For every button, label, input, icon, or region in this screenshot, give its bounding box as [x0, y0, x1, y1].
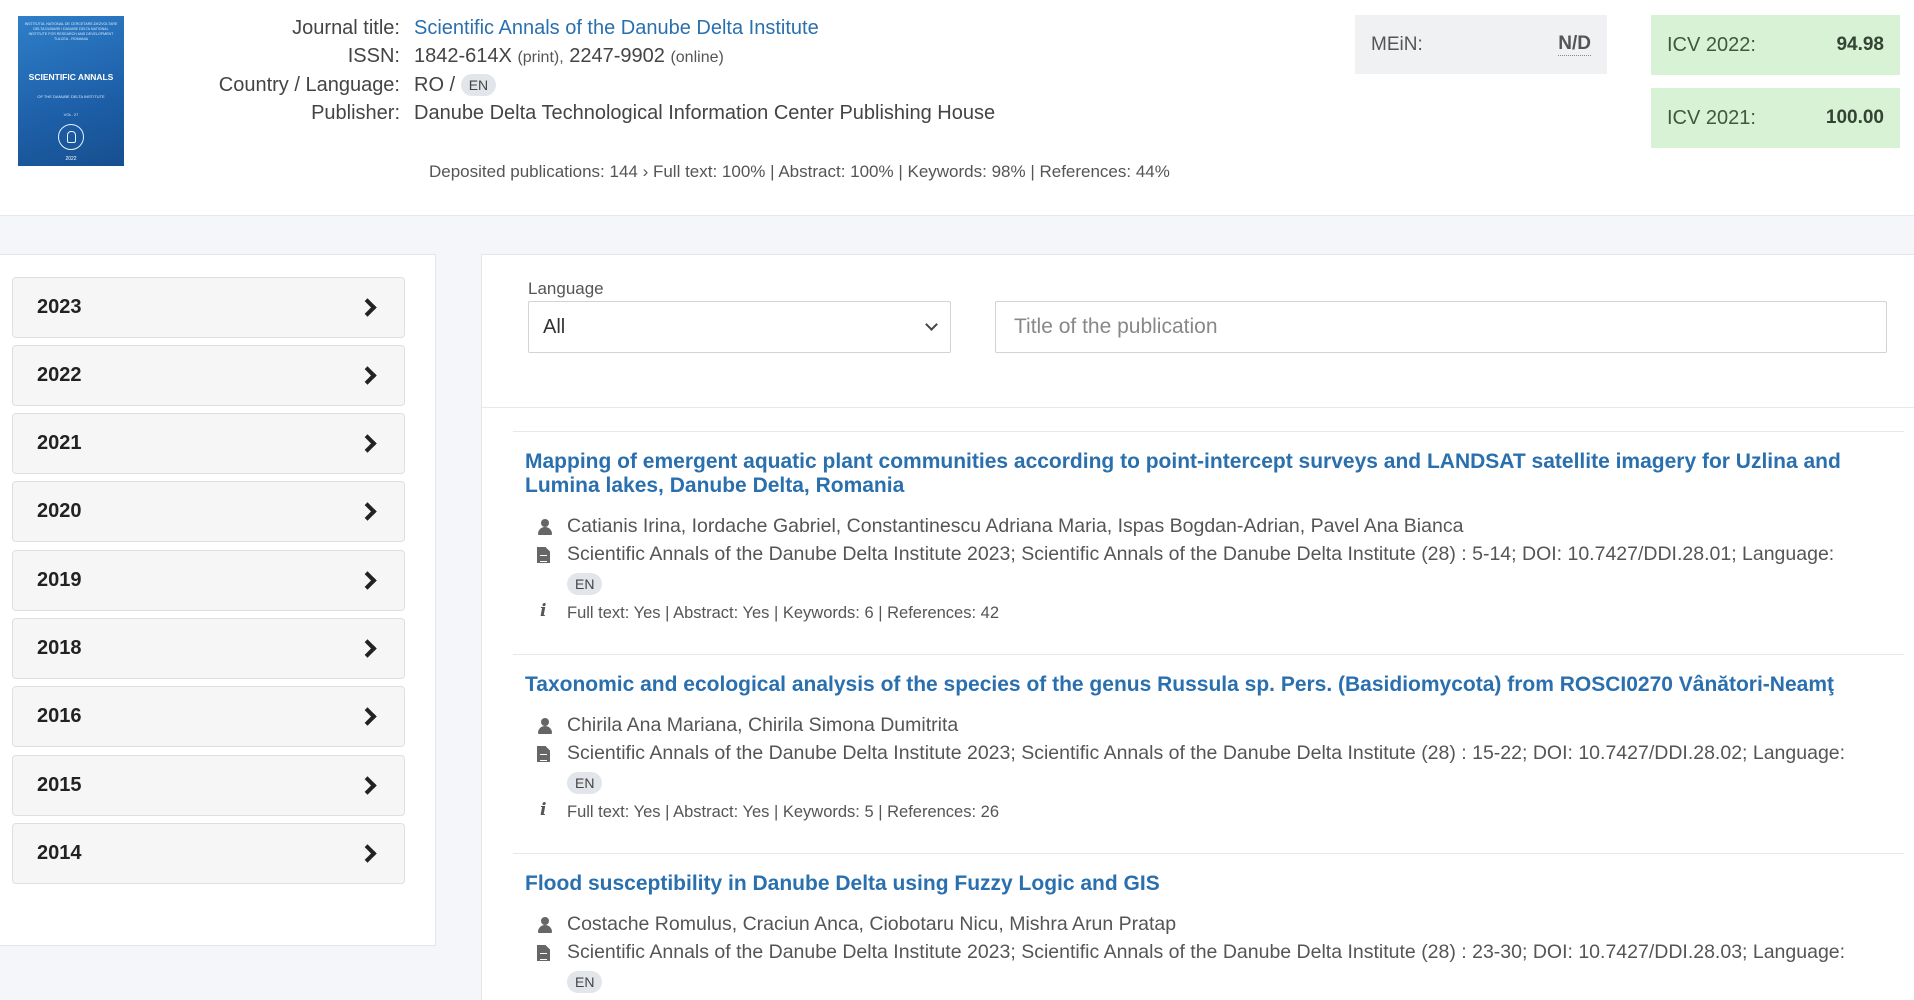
chevron-right-icon	[358, 434, 377, 453]
file-icon	[537, 945, 550, 961]
journal-cover-image[interactable]: INSTITUTUL NATIONAL DE CERCETARE-DEZVOLT…	[18, 16, 124, 166]
mein-value[interactable]: N/D	[1558, 33, 1591, 56]
cover-seal-icon	[58, 124, 84, 150]
year-item-2014[interactable]: 2014	[12, 823, 405, 884]
publication-title-link[interactable]: Flood susceptibility in Danube Delta usi…	[525, 872, 1904, 896]
file-icon	[537, 746, 550, 762]
info-icon: i	[540, 601, 547, 621]
user-icon	[537, 718, 553, 734]
chevron-right-icon	[358, 502, 377, 521]
publication-source: Scientific Annals of the Danube Delta In…	[537, 739, 1904, 796]
language-select[interactable]: All	[528, 301, 951, 353]
chevron-right-icon	[358, 707, 377, 726]
journal-meta: Journal title: Scientific Annals of the …	[150, 14, 995, 128]
language-badge: EN	[567, 970, 603, 993]
chevron-right-icon	[358, 639, 377, 658]
chevron-right-icon	[358, 844, 377, 863]
icv-2022-label: ICV 2022:	[1667, 33, 1756, 56]
publications-panel: Language All Mapping of emergent aquatic…	[481, 254, 1914, 1000]
chevron-right-icon	[358, 776, 377, 795]
publication-title-link[interactable]: Mapping of emergent aquatic plant commun…	[525, 450, 1904, 498]
year-item-2019[interactable]: 2019	[12, 550, 405, 611]
country-language-label: Country / Language:	[218, 73, 400, 96]
country-language-value: RO / EN	[414, 74, 497, 97]
cover-subtitle: OF THE DANUBE DELTA INSTITUTE	[37, 94, 105, 99]
publication-item: Flood susceptibility in Danube Delta usi…	[513, 853, 1904, 995]
year-item-2016[interactable]: 2016	[12, 686, 405, 747]
chevron-right-icon	[358, 298, 377, 317]
language-badge: EN	[460, 74, 497, 97]
deposited-publications-summary: Deposited publications: 144 › Full text:…	[429, 162, 1170, 181]
icv-2021-box: ICV 2021: 100.00	[1651, 88, 1900, 148]
file-icon	[537, 547, 550, 563]
publication-source: Scientific Annals of the Danube Delta In…	[537, 938, 1904, 995]
cover-title: SCIENTIFIC ANNALS	[28, 72, 114, 82]
issn-label: ISSN:	[347, 45, 400, 68]
journal-title-link[interactable]: Scientific Annals of the Danube Delta In…	[414, 17, 819, 40]
cover-volume: VOL. 27	[63, 112, 79, 117]
year-item-2018[interactable]: 2018	[12, 618, 405, 679]
publication-title-link[interactable]: Taxonomic and ecological analysis of the…	[525, 673, 1904, 697]
publisher-label: Publisher:	[311, 102, 400, 125]
chevron-right-icon	[358, 366, 377, 385]
icv-2021-label: ICV 2021:	[1667, 106, 1756, 129]
issn-value: 1842-614X (print), 2247-9902 (online)	[414, 45, 724, 68]
publication-item: Mapping of emergent aquatic plant commun…	[513, 431, 1904, 654]
publisher-value: Danube Delta Technological Information C…	[414, 102, 996, 125]
journal-title-label: Journal title:	[292, 16, 400, 39]
icv-2022-box: ICV 2022: 94.98	[1651, 15, 1900, 75]
icv-2021-value: 100.00	[1825, 107, 1884, 128]
publication-source: Scientific Annals of the Danube Delta In…	[537, 540, 1904, 597]
cover-top-text: INSTITUTUL NATIONAL DE CERCETARE-DEZVOLT…	[24, 22, 118, 41]
publication-item: Taxonomic and ecological analysis of the…	[513, 654, 1904, 853]
journal-header: INSTITUTUL NATIONAL DE CERCETARE-DEZVOLT…	[0, 0, 1914, 216]
publication-authors: Catianis Irina, Iordache Gabriel, Consta…	[537, 512, 1904, 540]
language-select-value: All	[543, 315, 566, 338]
year-item-2023[interactable]: 2023	[12, 277, 405, 338]
year-item-2022[interactable]: 2022	[12, 345, 405, 406]
filters-bar: Language All	[482, 255, 1914, 408]
chevron-down-icon	[925, 318, 938, 331]
year-item-2021[interactable]: 2021	[12, 413, 405, 474]
chevron-right-icon	[358, 571, 377, 590]
publication-authors: Chirila Ana Mariana, Chirila Simona Dumi…	[537, 711, 1904, 739]
mein-score-box: MEiN: N/D	[1355, 15, 1607, 74]
language-badge: EN	[567, 771, 603, 794]
publication-authors: Costache Romulus, Craciun Anca, Ciobotar…	[537, 910, 1904, 938]
user-icon	[537, 519, 553, 535]
info-icon: i	[540, 800, 547, 820]
cover-year: 2022	[65, 156, 77, 162]
publication-info: i Full text: Yes | Abstract: Yes | Keywo…	[537, 599, 1904, 627]
language-filter-label: Language	[528, 279, 604, 298]
publication-list: Mapping of emergent aquatic plant commun…	[513, 431, 1904, 995]
mein-label: MEiN:	[1371, 33, 1423, 55]
user-icon	[537, 917, 553, 933]
year-sidebar: 2023 2022 2021 2020 2019 2018 2016 2015 …	[0, 254, 436, 946]
year-item-2015[interactable]: 2015	[12, 755, 405, 816]
icv-2022-value: 94.98	[1836, 34, 1884, 55]
publication-title-search-input[interactable]	[995, 301, 1887, 353]
language-badge: EN	[567, 572, 603, 595]
year-item-2020[interactable]: 2020	[12, 481, 405, 542]
publication-info: i Full text: Yes | Abstract: Yes | Keywo…	[537, 798, 1904, 826]
